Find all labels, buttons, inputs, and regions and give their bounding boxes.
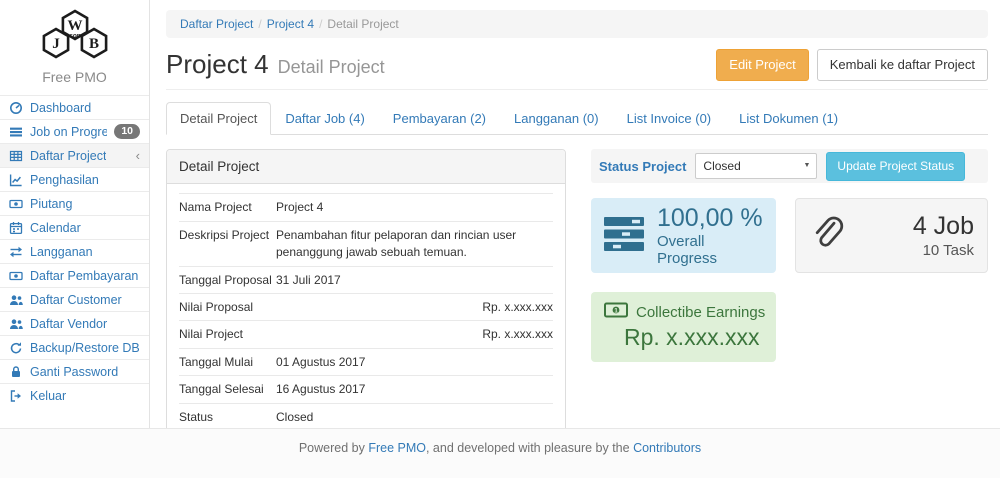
chevron-left-icon: ‹ [136,149,140,162]
refresh-icon [9,341,23,355]
line-chart-icon [9,173,23,187]
update-project-status-button[interactable]: Update Project Status [826,152,965,181]
tasks-icon [604,216,644,255]
users-icon [9,293,23,307]
list-icon [9,125,23,139]
sidebar-item-keluar[interactable]: Keluar [0,383,149,407]
table-row-deskripsi-project: Deskripsi Project Penambahan fitur pelap… [179,222,553,267]
tab-bar: Detail Project Daftar Job (4) Pembayaran… [166,102,988,135]
table-row-tanggal-proposal: Tanggal Proposal 31 Juli 2017 [179,267,553,294]
progress-value: 100,00 % [657,205,763,233]
table-row-tanggal-mulai: Tanggal Mulai 01 Agustus 2017 [179,349,553,376]
footer: Powered by Free PMO, and developed with … [0,428,1000,478]
svg-text:1: 1 [614,308,618,315]
tab-daftar-job[interactable]: Daftar Job (4) [271,102,378,135]
table-row-nama-project: Nama Project Project 4 [179,194,553,221]
tab-content: Detail Project Nama Project Project 4 De… [166,149,988,466]
sidebar-item-penghasilan[interactable]: Penghasilan [0,167,149,191]
collectible-earnings-box: 1 Collectibe Earnings Rp. x.xxx.xxx [591,292,776,362]
money-icon [9,197,23,211]
job-count-value: 4 Job [913,213,974,241]
svg-text:J: J [52,36,60,52]
right-column: Status Project Closed ▼ Update Project S… [591,149,988,362]
sidebar-item-job-on-progress[interactable]: Job on Progress 10 [0,119,149,143]
sidebar-item-calendar[interactable]: Calendar [0,215,149,239]
status-project-label: Status Project [599,159,686,174]
sidebar-item-ganti-password[interactable]: Ganti Password [0,359,149,383]
tab-pembayaran[interactable]: Pembayaran (2) [379,102,500,135]
detail-table: Nama Project Project 4 Deskripsi Project… [179,193,553,457]
free-pmo-link[interactable]: Free PMO [368,441,426,455]
breadcrumb-project-4[interactable]: Project 4 [267,17,314,31]
job-count-badge: 10 [114,124,140,139]
jwb-logo-icon: J W B .com [32,52,118,67]
svg-text:B: B [88,36,98,52]
earnings-value: Rp. x.xxx.xxx [624,324,763,351]
earnings-caption: Collectibe Earnings [636,304,765,321]
table-row-tanggal-selesai: Tanggal Selesai 16 Agustus 2017 [179,376,553,403]
banknote-icon: 1 [604,302,628,322]
panel-title: Detail Project [167,150,565,184]
job-count-box: 4 Job 10 Task [795,198,988,273]
breadcrumb-current: Detail Project [327,17,398,31]
lock-icon [9,365,23,379]
calendar-icon [9,221,23,235]
dashboard-icon [9,101,23,115]
svg-text:.com: .com [67,33,82,40]
status-select-wrap: Closed ▼ [695,153,817,179]
sidebar-item-daftar-vendor[interactable]: Daftar Vendor [0,311,149,335]
sidebar: J W B .com Free PMO Dashboard Job on Pro… [0,0,150,428]
progress-caption: Overall Progress [657,233,763,267]
sidebar-item-backup-restore-db[interactable]: Backup/Restore DB [0,335,149,359]
sidebar-item-daftar-pembayaran[interactable]: Daftar Pembayaran [0,263,149,287]
tab-list-invoice[interactable]: List Invoice (0) [613,102,726,135]
page-subtitle: Detail Project [278,57,385,78]
detail-project-panel: Detail Project Nama Project Project 4 De… [166,149,566,466]
overall-progress-box: 100,00 % Overall Progress [591,198,776,273]
logo[interactable]: J W B .com Free PMO [0,0,149,95]
sidebar-item-dashboard[interactable]: Dashboard [0,95,149,119]
content-area: Daftar Project/Project 4/Detail Project … [150,0,1000,428]
task-count-value: 10 Task [913,242,974,259]
sidebar-item-daftar-project[interactable]: Daftar Project ‹ [0,143,149,167]
status-project-bar: Status Project Closed ▼ Update Project S… [591,149,988,183]
tab-langganan[interactable]: Langganan (0) [500,102,613,135]
contributors-link[interactable]: Contributors [633,441,701,455]
table-row-nilai-proposal: Nilai Proposal Rp. x.xxx.xxx [179,294,553,321]
tab-list-dokumen[interactable]: List Dokumen (1) [725,102,852,135]
table-row-nilai-project: Nilai Project Rp. x.xxx.xxx [179,321,553,348]
edit-project-button[interactable]: Edit Project [716,49,808,81]
page-header: Project 4 Detail Project Edit Project Ke… [166,49,988,90]
app-window: J W B .com Free PMO Dashboard Job on Pro… [0,0,1000,478]
main-row: J W B .com Free PMO Dashboard Job on Pro… [0,0,1000,428]
users-icon [9,317,23,331]
table-row-status: Status Closed [179,404,553,431]
paperclip-icon [809,212,847,259]
app-name: Free PMO [0,69,149,85]
table-icon [9,149,23,163]
sidebar-item-langganan[interactable]: Langganan [0,239,149,263]
page-title: Project 4 [166,49,269,80]
retweet-icon [9,245,23,259]
breadcrumb-daftar-project[interactable]: Daftar Project [180,17,253,31]
sidebar-item-daftar-customer[interactable]: Daftar Customer [0,287,149,311]
sidebar-item-piutang[interactable]: Piutang [0,191,149,215]
money-icon [9,269,23,283]
sign-out-icon [9,389,23,403]
stat-boxes-row: 100,00 % Overall Progress 4 [591,198,988,273]
status-select[interactable]: Closed [695,153,817,179]
tab-detail-project[interactable]: Detail Project [166,102,271,135]
back-to-project-list-button[interactable]: Kembali ke daftar Project [817,49,988,81]
breadcrumb: Daftar Project/Project 4/Detail Project [166,10,988,38]
